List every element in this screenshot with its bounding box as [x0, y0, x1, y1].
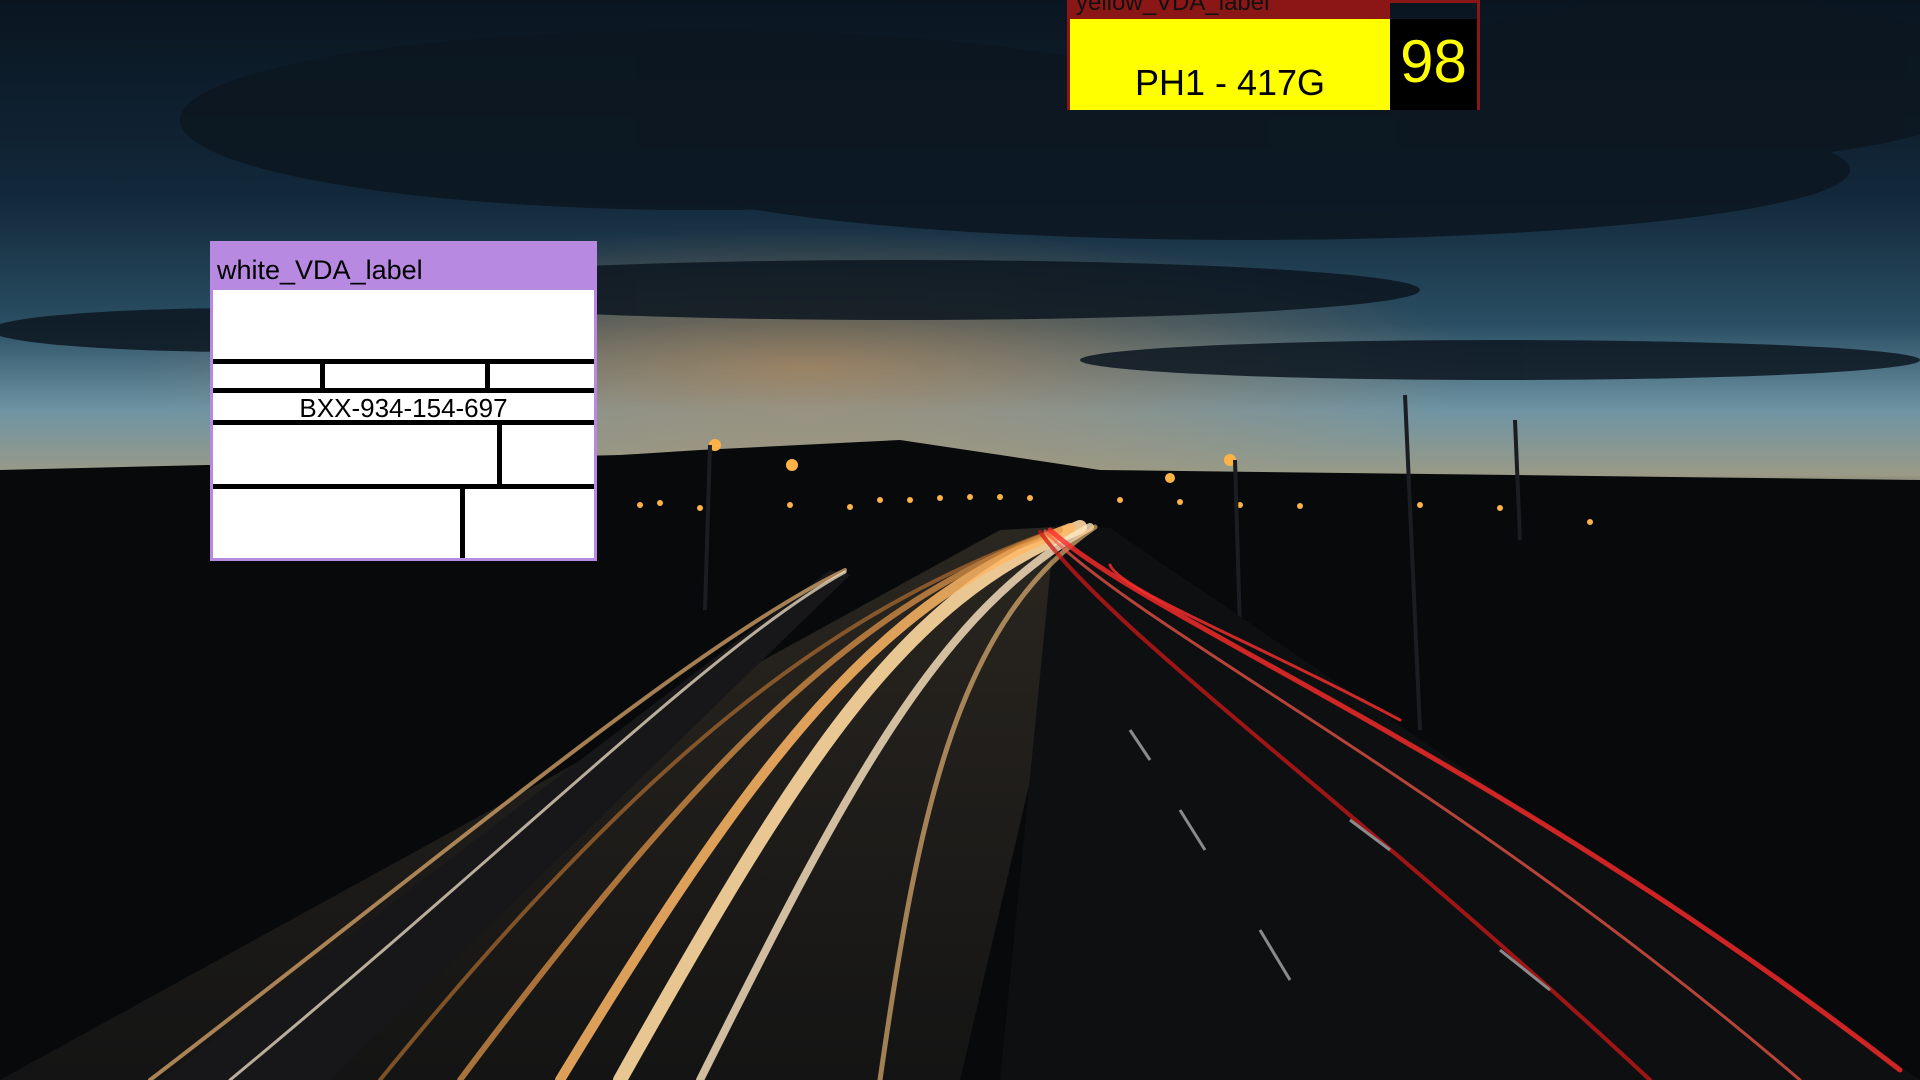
- white-vda-label-box: white_VDA_label BXX-934-154-697: [210, 241, 597, 561]
- label-divider: [460, 484, 465, 558]
- yellow-score-badge: 98: [1390, 19, 1477, 110]
- white-label-id: BXX-934-154-697: [299, 393, 508, 423]
- white-label-caption: white_VDA_label: [213, 244, 594, 290]
- yellow-plate-text: PH1 - 417G: [1070, 19, 1390, 110]
- yellow-label-caption: yellow_VDA_label: [1070, 0, 1390, 21]
- label-divider: [213, 420, 594, 425]
- label-divider: [497, 420, 502, 484]
- label-divider: [485, 359, 490, 389]
- label-divider: [213, 484, 594, 489]
- label-divider: [213, 359, 594, 364]
- yellow-vda-label-box: yellow_VDA_label PH1 - 417G 98: [1067, 0, 1480, 110]
- label-divider: [320, 359, 325, 389]
